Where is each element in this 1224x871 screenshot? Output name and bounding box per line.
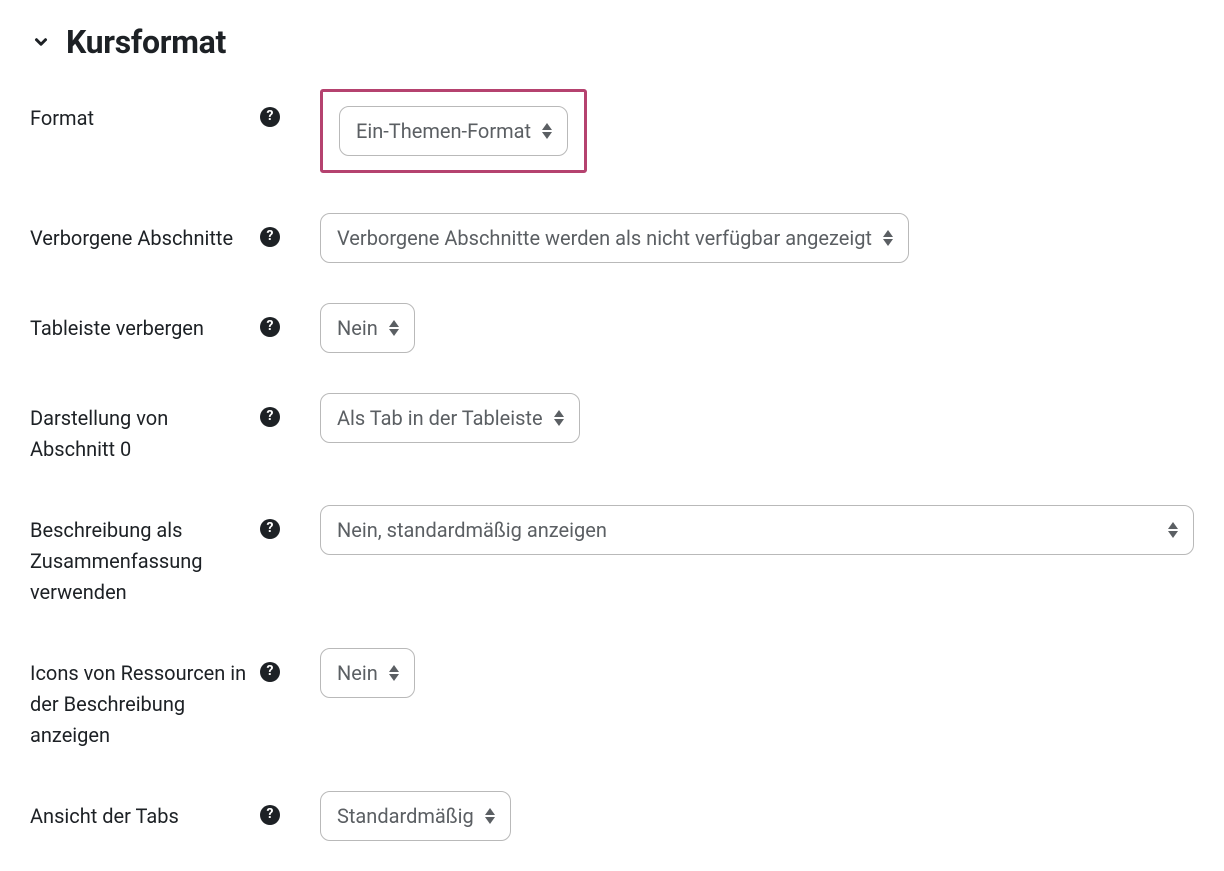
select-section0-display[interactable]: Als Tab in der Tableiste (320, 393, 580, 443)
row-hidden-sections: Verborgene Abschnitte ? Verborgene Absch… (30, 213, 1194, 263)
select-value: Nein (337, 659, 378, 687)
sort-icon (541, 123, 553, 139)
select-format[interactable]: Ein-Themen-Format (339, 106, 568, 156)
sort-icon (388, 320, 400, 336)
label-hide-tabbar: Tableiste verbergen (30, 313, 212, 344)
help-icon[interactable]: ? (260, 805, 280, 825)
help-icon[interactable]: ? (260, 662, 280, 682)
row-section0-display: Darstellung von Abschnitt 0 ? Als Tab in… (30, 393, 1194, 465)
select-hidden-sections[interactable]: Verborgene Abschnitte werden als nicht v… (320, 213, 909, 263)
label-format: Format (30, 103, 102, 134)
section-header: Kursformat (30, 20, 1194, 65)
sort-icon (553, 410, 565, 426)
row-hide-tabbar: Tableiste verbergen ? Nein (30, 303, 1194, 353)
select-resource-icons[interactable]: Nein (320, 648, 415, 698)
help-icon[interactable]: ? (260, 107, 280, 127)
label-section0-display: Darstellung von Abschnitt 0 (30, 403, 260, 465)
select-value: Verborgene Abschnitte werden als nicht v… (337, 224, 872, 252)
select-tab-view[interactable]: Standardmäßig (320, 791, 511, 841)
select-value: Nein (337, 314, 378, 342)
sort-icon (388, 665, 400, 681)
sort-icon (1167, 522, 1179, 538)
help-icon[interactable]: ? (260, 227, 280, 247)
help-icon[interactable]: ? (260, 317, 280, 337)
select-value: Standardmäßig (337, 802, 474, 830)
label-tab-view: Ansicht der Tabs (30, 801, 187, 832)
select-value: Ein-Themen-Format (356, 117, 531, 145)
help-icon[interactable]: ? (260, 407, 280, 427)
row-description-summary: Beschreibung als Zusammenfassung verwend… (30, 505, 1194, 608)
help-icon[interactable]: ? (260, 519, 280, 539)
label-description-summary: Beschreibung als Zusammenfassung verwend… (30, 515, 260, 608)
highlight-box: Ein-Themen-Format (320, 89, 587, 173)
select-value: Als Tab in der Tableiste (337, 404, 543, 432)
label-hidden-sections: Verborgene Abschnitte (30, 223, 241, 254)
row-resource-icons: Icons von Ressourcen in der Beschreibung… (30, 648, 1194, 751)
sort-icon (882, 230, 894, 246)
select-value: Nein, standardmäßig anzeigen (337, 516, 607, 544)
select-hide-tabbar[interactable]: Nein (320, 303, 415, 353)
chevron-down-icon[interactable] (30, 31, 52, 53)
select-description-summary[interactable]: Nein, standardmäßig anzeigen (320, 505, 1194, 555)
row-tab-view: Ansicht der Tabs ? Standardmäßig (30, 791, 1194, 841)
sort-icon (484, 808, 496, 824)
label-resource-icons: Icons von Ressourcen in der Beschreibung… (30, 658, 260, 751)
row-format: Format ? Ein-Themen-Format (30, 93, 1194, 173)
section-title: Kursformat (66, 20, 226, 65)
